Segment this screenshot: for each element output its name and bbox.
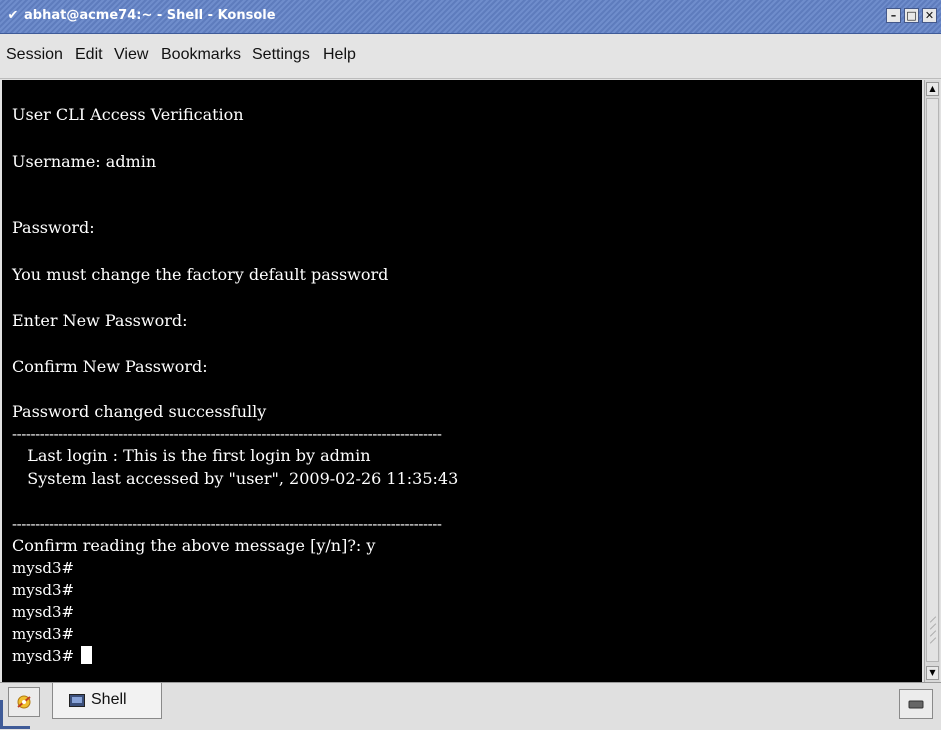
scroll-up-arrow-icon[interactable]: ▲ [926, 82, 939, 96]
scroll-down-arrow-icon[interactable]: ▼ [926, 666, 939, 680]
terminal-line: System last accessed by "user", 2009-02-… [12, 469, 459, 488]
chevron-down-icon[interactable]: ✔ [6, 9, 20, 23]
terminal-line: Last login : This is the first login by … [12, 446, 371, 465]
grip-line [929, 623, 937, 630]
terminal-line: User CLI Access Verification [12, 105, 244, 124]
active-prompt-line: mysd3# [12, 646, 92, 666]
tab-shell[interactable]: Shell [52, 683, 162, 719]
scroll-thumb[interactable] [926, 98, 939, 662]
minimize-icon[interactable]: – [886, 8, 901, 23]
text-cursor [80, 646, 92, 664]
title-bar[interactable]: ✔ abhat@acme74:~ - Shell - Konsole – □ ✕ [0, 0, 941, 34]
vertical-scrollbar[interactable]: ▲ ▼ [924, 80, 940, 682]
window-title: abhat@acme74:~ - Shell - Konsole [24, 8, 276, 23]
maximize-icon[interactable]: □ [904, 8, 919, 23]
tab-label: Shell [91, 691, 127, 708]
prompt-text: mysd3# [12, 647, 79, 665]
terminal-icon [69, 694, 85, 707]
menu-edit[interactable]: Edit [75, 46, 103, 64]
menu-view[interactable]: View [114, 46, 148, 64]
close-session-icon [908, 700, 924, 709]
menu-bookmarks[interactable]: Bookmarks [161, 46, 241, 64]
prompt-line: mysd3# [12, 603, 75, 621]
konsole-window: ✔ abhat@acme74:~ - Shell - Konsole – □ ✕… [0, 0, 941, 730]
terminal-line: You must change the factory default pass… [12, 265, 389, 284]
grip-line [929, 616, 937, 623]
session-tab-bar: Shell [0, 682, 941, 730]
terminal-line: Password: [12, 218, 95, 237]
terminal-line: Confirm reading the above message [y/n]?… [12, 536, 376, 555]
prompt-line: mysd3# [12, 625, 75, 643]
close-icon[interactable]: ✕ [922, 8, 937, 23]
grip-line [929, 630, 937, 637]
menu-help[interactable]: Help [323, 46, 356, 64]
terminal-line: Enter New Password: [12, 311, 188, 330]
menu-session[interactable]: Session [6, 46, 63, 64]
terminal-line: Password changed successfully [12, 402, 267, 421]
window-border [0, 700, 3, 729]
prompt-line: mysd3# [12, 581, 75, 599]
new-session-button[interactable] [8, 687, 40, 717]
menu-bar: Session Edit View Bookmarks Settings Hel… [0, 34, 941, 79]
terminal-output[interactable]: User CLI Access Verification Username: a… [2, 80, 922, 682]
prompt-line: mysd3# [12, 559, 75, 577]
menu-settings[interactable]: Settings [252, 46, 310, 64]
separator-line: ----------------------------------------… [12, 515, 442, 533]
grip-line [929, 637, 937, 644]
terminal-line: Username: admin [12, 152, 157, 171]
close-session-button[interactable] [899, 689, 933, 719]
terminal-line: Confirm New Password: [12, 357, 208, 376]
separator-line: ----------------------------------------… [12, 425, 442, 443]
new-session-icon [17, 695, 31, 709]
